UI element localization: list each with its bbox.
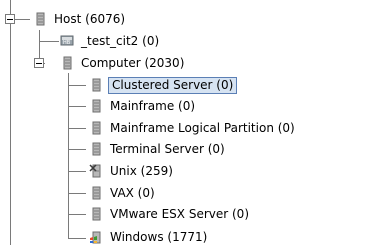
tree-node-label: Windows (1771): [110, 230, 208, 244]
category-tree: Host (6076) HB _test_cit2 (0) Computer (…: [0, 0, 387, 245]
tree-node-vmware-esx-server[interactable]: VMware ESX Server (0): [88, 205, 251, 223]
tree-line-item: [68, 128, 86, 129]
server-icon: [88, 120, 104, 136]
tree-node-vax[interactable]: VAX (0): [88, 184, 157, 202]
tree-node-label: Mainframe Logical Partition (0): [110, 121, 295, 135]
svg-text:HB: HB: [63, 40, 71, 46]
tree-node-mainframe-logical-partition[interactable]: Mainframe Logical Partition (0): [88, 119, 297, 137]
server-icon: [32, 11, 48, 27]
server-icon: [59, 55, 75, 71]
server-icon: [88, 77, 104, 93]
tree-node-label: VAX (0): [110, 186, 155, 200]
server-icon: [88, 141, 104, 157]
tree-node-label: _test_cit2 (0): [81, 34, 160, 48]
tree-node-label: VMware ESX Server (0): [110, 207, 249, 221]
server-icon: [88, 185, 104, 201]
tree-node-label: Clustered Server (0): [108, 76, 238, 94]
tree-node-label: Host (6076): [54, 12, 126, 26]
windows-server-icon: [88, 229, 104, 245]
server-icon: [88, 98, 104, 114]
server-icon: [88, 206, 104, 222]
tree-node-label: Computer (2030): [81, 56, 185, 70]
tree-node-mainframe[interactable]: Mainframe (0): [88, 97, 197, 115]
host-group-icon: HB: [59, 33, 75, 49]
tree-node-windows[interactable]: Windows (1771): [88, 228, 209, 246]
tree-node-clustered-server[interactable]: Clustered Server (0): [88, 76, 238, 94]
unix-server-icon: [88, 163, 104, 179]
tree-line-item: [68, 171, 86, 172]
tree-node-label: Terminal Server (0): [110, 142, 225, 156]
tree-line-item: [68, 85, 86, 86]
collapse-toggle-host[interactable]: [5, 14, 15, 24]
tree-node-label: Unix (259): [110, 164, 173, 178]
tree-line-item: [68, 238, 86, 239]
tree-line-item: [68, 214, 86, 215]
tree-node-test-cit2[interactable]: HB _test_cit2 (0): [59, 32, 161, 50]
collapse-toggle-computer[interactable]: [34, 58, 44, 68]
tree-line-item: [68, 149, 86, 150]
tree-line-item: [68, 106, 86, 107]
tree-node-terminal-server[interactable]: Terminal Server (0): [88, 140, 227, 158]
tree-line-root: [10, 0, 11, 245]
tree-node-computer[interactable]: Computer (2030): [59, 54, 186, 72]
tree-line-item: [68, 193, 86, 194]
tree-node-label: Mainframe (0): [110, 99, 196, 113]
tree-line-test: [39, 41, 59, 42]
tree-node-host[interactable]: Host (6076): [32, 10, 127, 28]
tree-node-unix[interactable]: Unix (259): [88, 162, 175, 180]
